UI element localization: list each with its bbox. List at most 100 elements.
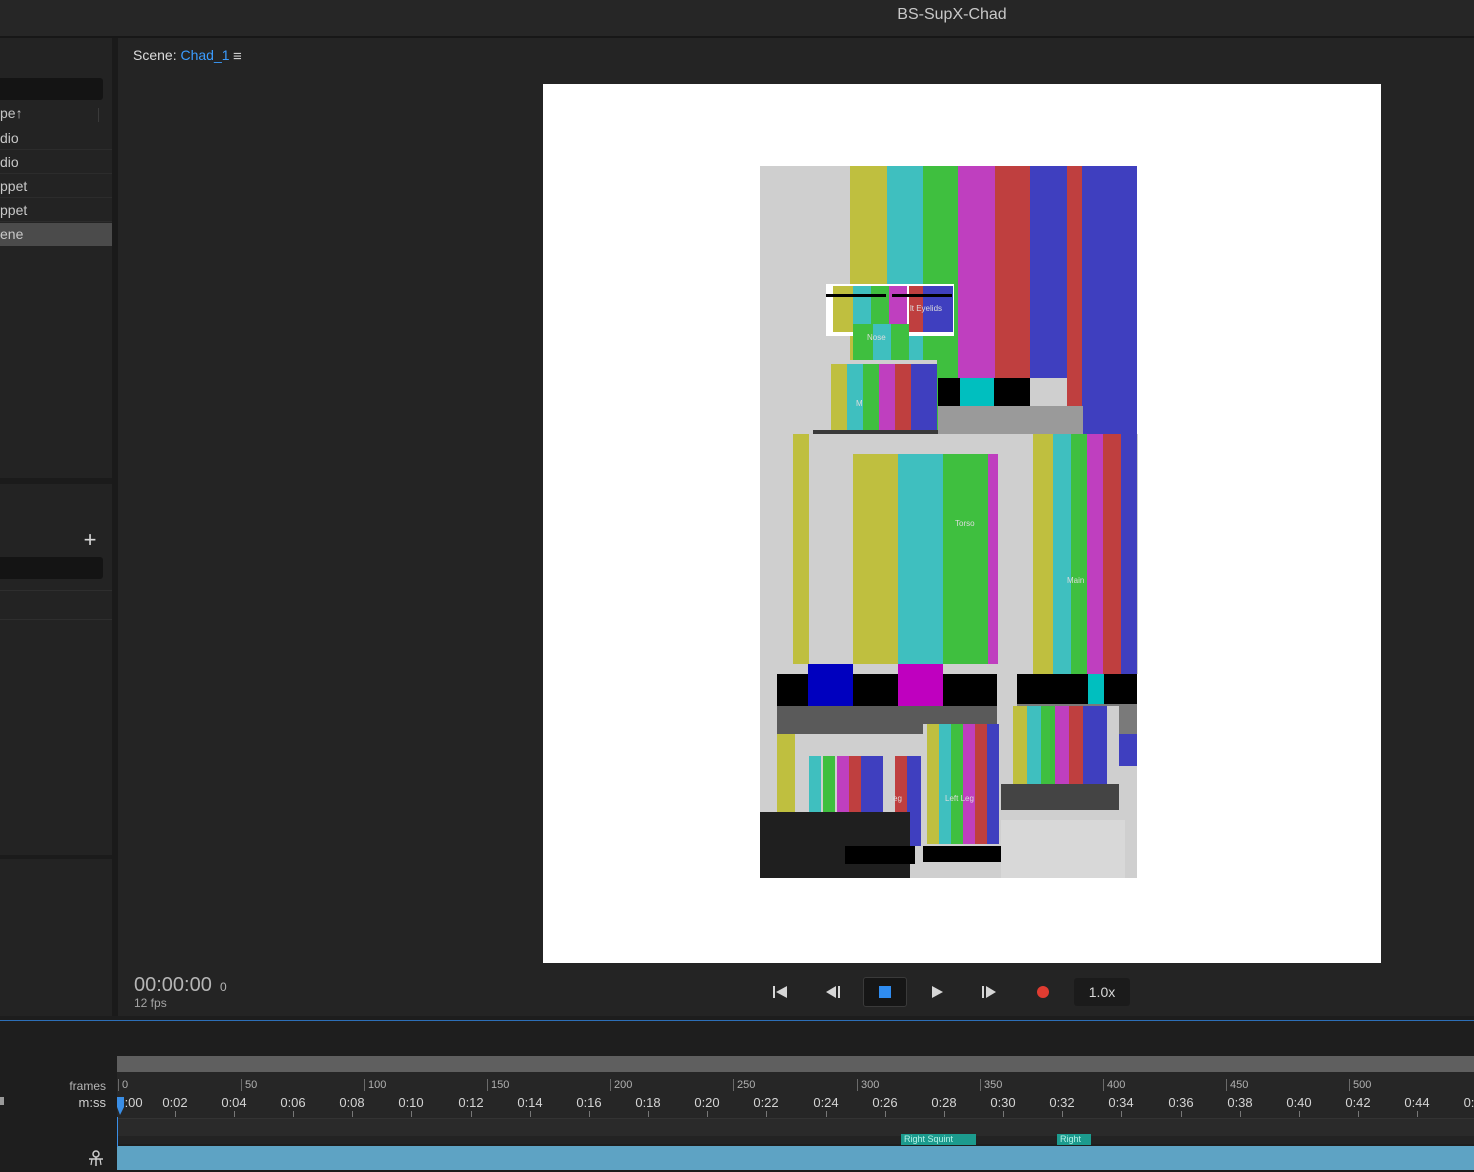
frames-label: frames bbox=[69, 1079, 106, 1093]
time-tick bbox=[589, 1111, 590, 1117]
time-mark: 0:24 bbox=[813, 1095, 839, 1110]
play-button[interactable] bbox=[921, 978, 953, 1006]
time-mark: 0:02 bbox=[162, 1095, 188, 1110]
time-tick bbox=[1417, 1111, 1418, 1117]
record-icon bbox=[1037, 986, 1049, 998]
project-item-type: dio bbox=[0, 130, 19, 146]
time-mark: 0:28 bbox=[931, 1095, 957, 1110]
timeline-ruler[interactable] bbox=[117, 1072, 1474, 1118]
time-mark: 0:40 bbox=[1286, 1095, 1312, 1110]
playback-speed-button[interactable]: 1.0x bbox=[1074, 978, 1130, 1006]
project-search-input[interactable] bbox=[0, 78, 103, 100]
scene-track-bar[interactable] bbox=[117, 1146, 1474, 1170]
frame-mark: 0 bbox=[118, 1079, 128, 1091]
time-tick bbox=[1358, 1111, 1359, 1117]
time-mark: 0: bbox=[1463, 1095, 1474, 1110]
time-mark: 0:32 bbox=[1049, 1095, 1075, 1110]
plus-icon: + bbox=[83, 527, 97, 552]
time-tick bbox=[293, 1111, 294, 1117]
project-item-type: ppet bbox=[0, 178, 28, 194]
time-mark: 0:20 bbox=[694, 1095, 720, 1110]
time-mark: 0:16 bbox=[576, 1095, 602, 1110]
playhead-handle[interactable] bbox=[117, 1097, 124, 1117]
nose-label: Nose bbox=[867, 333, 886, 342]
properties-search-input[interactable] bbox=[0, 557, 103, 579]
time-tick bbox=[707, 1111, 708, 1117]
frame-mark: 350 bbox=[980, 1079, 1002, 1091]
time-mark: 0:26 bbox=[872, 1095, 898, 1110]
time-mark: 0:14 bbox=[517, 1095, 543, 1110]
time-mark: 0:04 bbox=[221, 1095, 247, 1110]
play-icon bbox=[932, 986, 943, 998]
trigger-marker[interactable]: Right bbox=[1057, 1134, 1091, 1145]
step-forward-button[interactable] bbox=[973, 978, 1005, 1006]
frame-mark: 400 bbox=[1103, 1079, 1125, 1091]
puppet-render: lt Eyelids Nose M Torso Main Left Leg eg bbox=[760, 166, 1138, 878]
playhead-line bbox=[117, 1117, 118, 1147]
timeline-scrollbar[interactable] bbox=[117, 1056, 1474, 1072]
project-item-selected[interactable]: ene bbox=[0, 223, 112, 246]
record-button[interactable] bbox=[1027, 978, 1059, 1006]
trigger-marker[interactable]: Right Squint bbox=[901, 1134, 976, 1145]
playhead-icon bbox=[117, 1097, 124, 1115]
step-forward-icon bbox=[982, 986, 996, 998]
step-back-button[interactable] bbox=[817, 978, 849, 1006]
eyelids-label: lt Eyelids bbox=[910, 304, 942, 313]
time-tick bbox=[1121, 1111, 1122, 1117]
main-label: Main bbox=[1067, 576, 1084, 585]
app-title: BS-SupX-Chad bbox=[897, 6, 1007, 23]
time-label: m:ss bbox=[78, 1095, 106, 1110]
time-tick bbox=[1003, 1111, 1004, 1117]
panel-divider[interactable] bbox=[0, 478, 112, 484]
time-tick bbox=[826, 1111, 827, 1117]
column-header-type[interactable]: pe↑ bbox=[0, 104, 112, 126]
frame-mark: 100 bbox=[364, 1079, 386, 1091]
frame-mark: 500 bbox=[1349, 1079, 1371, 1091]
time-tick bbox=[175, 1111, 176, 1117]
add-button[interactable]: + bbox=[80, 527, 100, 552]
column-divider bbox=[98, 108, 99, 122]
time-mark: 0:08 bbox=[339, 1095, 365, 1110]
scene-canvas[interactable]: lt Eyelids Nose M Torso Main Left Leg eg bbox=[543, 84, 1381, 963]
frame-mark: 250 bbox=[733, 1079, 755, 1091]
sort-ascending-icon: ↑ bbox=[15, 105, 23, 121]
torso-label: Torso bbox=[955, 519, 975, 528]
mouth-label: M bbox=[856, 399, 863, 408]
time-mark: 0:34 bbox=[1108, 1095, 1134, 1110]
time-tick bbox=[1240, 1111, 1241, 1117]
time-mark: 0:10 bbox=[398, 1095, 424, 1110]
project-item[interactable]: dio bbox=[0, 151, 112, 174]
time-mark: 0:06 bbox=[280, 1095, 306, 1110]
time-tick bbox=[411, 1111, 412, 1117]
time-tick bbox=[944, 1111, 945, 1117]
time-tick bbox=[234, 1111, 235, 1117]
timeline-track-header bbox=[117, 1118, 1474, 1137]
current-time: 00:00:00 bbox=[134, 974, 212, 996]
puppet-icon bbox=[89, 1150, 103, 1166]
project-item[interactable]: ppet bbox=[0, 199, 112, 222]
time-tick bbox=[766, 1111, 767, 1117]
time-tick bbox=[1181, 1111, 1182, 1117]
time-tick bbox=[648, 1111, 649, 1117]
timeline-collapse-icon[interactable] bbox=[0, 1094, 6, 1106]
scene-name-link[interactable]: Chad_1 bbox=[180, 47, 229, 63]
time-tick bbox=[1062, 1111, 1063, 1117]
puppet-track-icon[interactable] bbox=[86, 1149, 106, 1167]
column-header-label: pe bbox=[0, 105, 16, 121]
project-item[interactable]: ppet bbox=[0, 175, 112, 198]
project-item[interactable]: dio bbox=[0, 127, 112, 150]
frame-mark: 300 bbox=[857, 1079, 879, 1091]
frame-mark: 150 bbox=[487, 1079, 509, 1091]
trigger-track[interactable] bbox=[117, 1136, 1474, 1144]
time-mark: 0:36 bbox=[1168, 1095, 1194, 1110]
stop-button[interactable] bbox=[863, 977, 907, 1007]
go-to-start-button[interactable] bbox=[764, 978, 796, 1006]
current-frame: 0 bbox=[220, 980, 227, 994]
time-mark: 0:44 bbox=[1404, 1095, 1430, 1110]
scene-prefix: Scene: bbox=[133, 47, 177, 63]
hamburger-menu-icon[interactable]: ≡ bbox=[233, 48, 242, 65]
left-leg-label: Left Leg bbox=[945, 794, 974, 803]
time-tick bbox=[1299, 1111, 1300, 1117]
panel-divider[interactable] bbox=[0, 855, 112, 859]
properties-row bbox=[0, 590, 112, 620]
